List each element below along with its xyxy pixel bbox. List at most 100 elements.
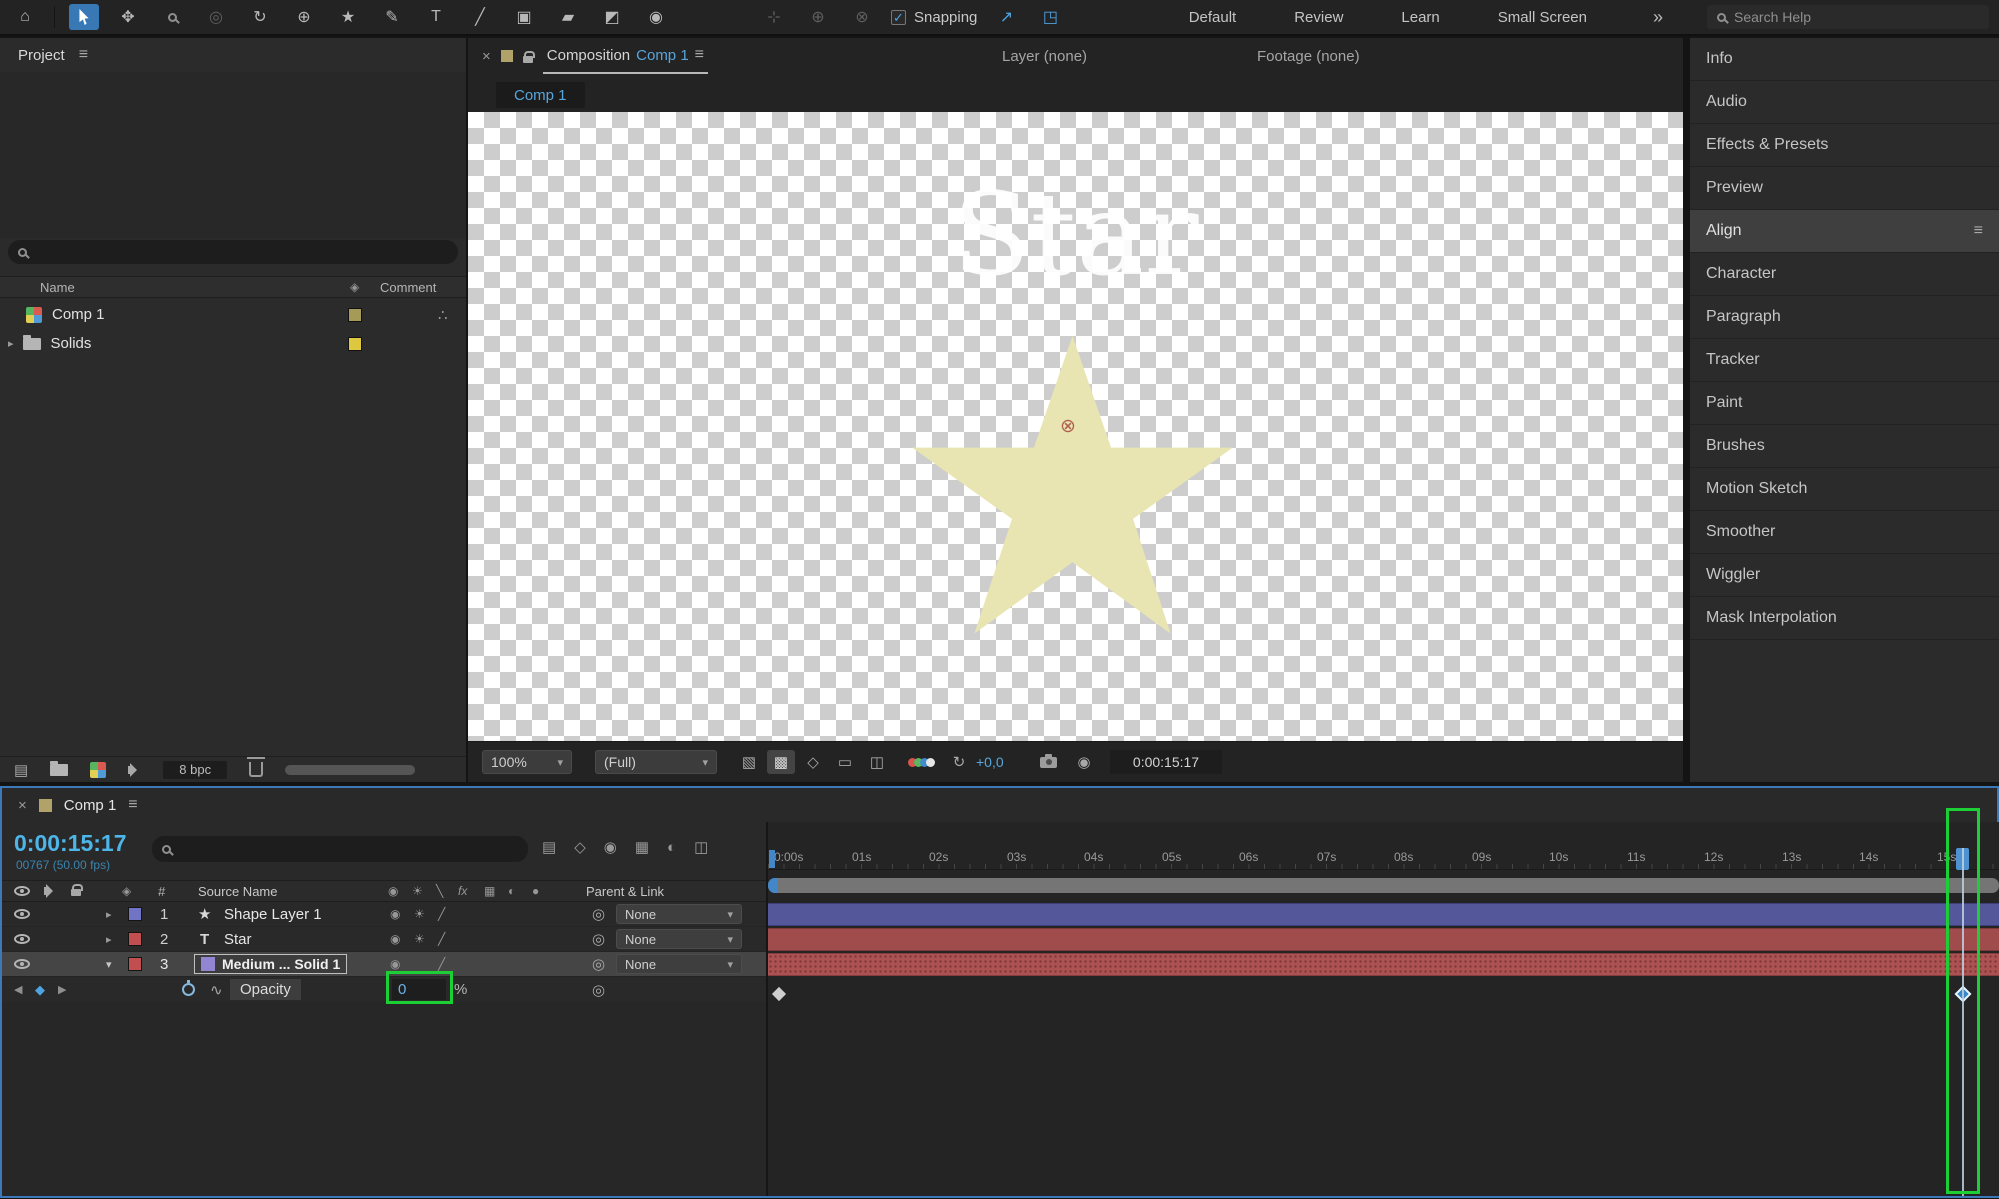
viewer-timecode[interactable]: 0:00:15:17 [1110,750,1222,774]
home-button[interactable]: ⌂ [10,4,40,30]
project-panel-menu-icon[interactable]: ≡ [79,46,88,64]
trash-icon[interactable] [249,762,263,777]
audio-column-icon[interactable] [44,887,49,895]
disclosure-triangle-icon[interactable]: ▸ [106,933,112,946]
project-search[interactable] [8,240,458,264]
layer-row-2[interactable]: ▸ 2 T Star ◉ ☀ ╱ ◎ None▾ [2,927,766,952]
disclosure-triangle-icon[interactable]: ▸ [8,337,14,350]
resolution-dropdown[interactable]: (Full)▾ [595,750,717,774]
brush-tool-button[interactable]: ╱ [465,4,495,30]
navigator-start-handle[interactable] [768,878,778,893]
project-item-name[interactable]: Comp 1 [52,306,105,323]
view-axis-mode-icon[interactable]: ⊗ [847,4,877,30]
comp-mini-flowchart-icon[interactable]: ▤ [542,838,556,856]
puppet-pin-tool-button[interactable]: ◉ [641,4,671,30]
parent-dropdown[interactable]: None▾ [616,954,742,974]
shy-switch-icon[interactable]: ◉ [390,957,400,971]
panel-tab-brushes[interactable]: Brushes [1690,425,1999,468]
world-axis-mode-icon[interactable]: ⊕ [803,4,833,30]
layer-name-edit-box[interactable]: Medium ... Solid 1 [194,954,347,974]
layer-bar-shape[interactable] [768,903,1999,926]
region-of-interest-icon[interactable]: ▭ [831,750,859,774]
expression-graph-icon[interactable]: ∿ [210,981,223,999]
hide-shy-layers-icon[interactable]: ◉ [604,838,617,856]
roto-brush-tool-button[interactable]: ◩ [597,4,627,30]
property-name[interactable]: Opacity [230,979,301,1000]
quality-switch-icon[interactable]: ╱ [438,907,445,921]
panel-tab-preview[interactable]: Preview [1690,167,1999,210]
collapse-switch-icon[interactable]: ☀ [414,932,425,946]
show-channel-icon[interactable] [911,758,935,767]
tab-footage[interactable]: Footage (none) [1257,48,1360,65]
align-panel-menu-icon[interactable]: ≡ [1974,222,1983,240]
fx-column-icon[interactable]: fx [458,884,467,898]
panel-tab-info[interactable]: Info [1690,38,1999,81]
close-tab-icon[interactable]: × [18,797,27,814]
workspace-learn[interactable]: Learn [1401,9,1439,26]
reset-exposure-icon[interactable]: ↻ [945,750,973,774]
parent-pickwhip-icon[interactable]: ◎ [592,981,605,999]
panel-tab-character[interactable]: Character [1690,253,1999,296]
panel-tab-effects-presets[interactable]: Effects & Presets [1690,124,1999,167]
exposure-value[interactable]: +0,0 [976,754,1004,770]
layer-color-chip[interactable] [128,932,142,946]
zoom-dropdown[interactable]: 100%▾ [482,750,572,774]
motion-blur-icon[interactable]: ◐ [667,839,676,856]
draft-3d-icon[interactable]: ◇ [574,838,586,856]
tab-layer[interactable]: Layer (none) [1002,48,1087,65]
collapse-switch-icon[interactable]: ☀ [414,907,425,921]
snap-bounds-icon[interactable]: ◳ [1035,4,1065,30]
layer-number-column[interactable]: # [158,884,165,899]
snapshot-camera-icon[interactable] [1040,757,1057,768]
parent-pickwhip-icon[interactable]: ◎ [592,930,605,948]
list-view-icon[interactable]: ▤ [14,761,28,779]
type-tool-button[interactable]: T [421,4,451,30]
guide-overlay-icon[interactable]: ◫ [863,750,891,774]
timeline-panel-menu-icon[interactable]: ≡ [128,796,137,814]
frame-blending-icon[interactable]: ▦ [635,838,649,856]
panel-tab-audio[interactable]: Audio [1690,81,1999,124]
layer-row-1[interactable]: ▸ 1 ★ Shape Layer 1 ◉ ☀ ╱ ◎ None▾ [2,902,766,927]
help-search[interactable] [1707,5,1989,29]
hand-tool-button[interactable]: ✥ [113,4,143,30]
project-search-input[interactable] [35,245,422,260]
star-shape-layer[interactable] [909,336,1236,646]
project-scrollbar[interactable] [285,765,415,775]
workspace-small-screen[interactable]: Small Screen [1498,9,1587,26]
disclosure-triangle-icon[interactable]: ▾ [106,958,112,971]
parent-dropdown[interactable]: None▾ [616,904,742,924]
panel-tab-mask-interpolation[interactable]: Mask Interpolation [1690,597,1999,640]
workspace-overflow-chevron[interactable]: » [1653,7,1663,28]
layer-color-chip[interactable] [128,957,142,971]
tab-composition[interactable]: Composition Comp 1 ≡ [543,38,708,74]
stopwatch-icon[interactable] [182,983,195,996]
layer-name[interactable]: Medium ... Solid 1 [222,956,340,972]
parent-pickwhip-icon[interactable]: ◎ [592,955,605,973]
pen-tool-button[interactable]: ✎ [377,4,407,30]
panel-tab-align[interactable]: Align ≡ [1690,210,1999,253]
opacity-property-row[interactable]: ◀ ◆ ▶ ∿ Opacity 0 % ◎ [2,977,766,1002]
timeline-tab-label[interactable]: Comp 1 [64,797,117,814]
collapse-column-icon[interactable]: ☀ [412,884,423,898]
graph-editor-icon[interactable]: ◫ [694,838,708,856]
property-value-field[interactable]: 0 [392,979,446,1000]
layer-row-3[interactable]: ▾ 3 Medium ... Solid 1 ◉ ╱ ◎ None▾ [2,952,766,977]
bit-depth-badge[interactable]: 8 bpc [163,761,227,779]
show-snapshot-icon[interactable]: ◉ [1070,750,1098,774]
panel-tab-motion-sketch[interactable]: Motion Sketch [1690,468,1999,511]
workspace-default[interactable]: Default [1189,9,1237,26]
selection-tool-button[interactable] [69,4,99,30]
adjustment-column-icon[interactable]: ● [532,884,539,898]
parent-dropdown[interactable]: None▾ [616,929,742,949]
layer-name[interactable]: Shape Layer 1 [224,906,322,923]
layer-bar-star[interactable] [768,928,1999,951]
workspace-review[interactable]: Review [1294,9,1343,26]
next-keyframe-icon[interactable]: ▶ [58,983,66,996]
layer-color-chip[interactable] [128,907,142,921]
grid-guides-icon[interactable]: ▧ [735,750,763,774]
transparency-grid-icon[interactable]: ▩ [767,750,795,774]
label-color-swatch[interactable] [348,337,362,351]
source-name-column[interactable]: Source Name [198,884,277,899]
rotation-tool-button[interactable]: ↻ [245,4,275,30]
panel-tab-tracker[interactable]: Tracker [1690,339,1999,382]
